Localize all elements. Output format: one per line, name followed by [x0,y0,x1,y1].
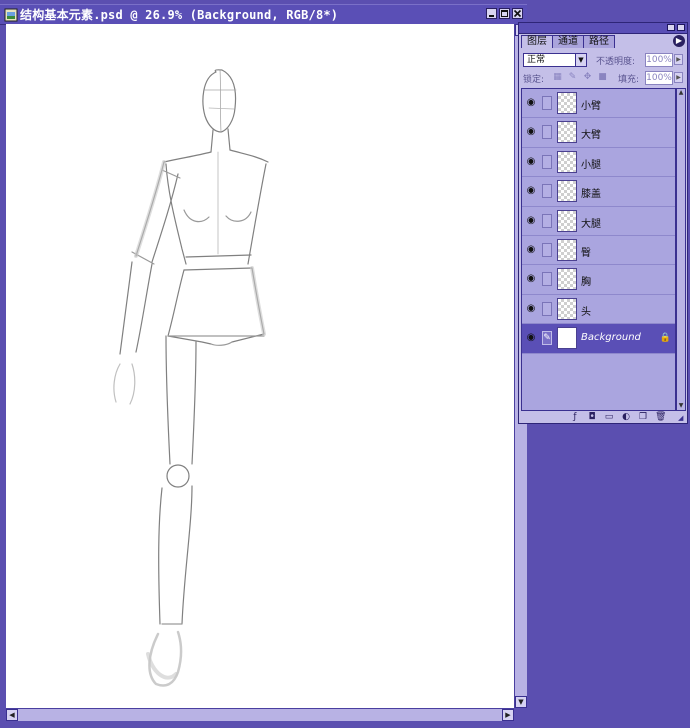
blend-mode-select[interactable]: 正常 ▼ [523,53,587,67]
opacity-label: 不透明度: [596,57,636,67]
layer-name: 臀 [581,247,591,259]
fill-label: 填充: [618,75,640,85]
eye-icon[interactable]: ◉ [525,97,537,109]
adjustment-layer-icon[interactable]: ◐ [621,411,631,423]
layer-thumbnail [557,150,577,173]
scroll-down-arrow-icon[interactable]: ▼ [677,402,685,410]
link-box[interactable] [542,184,552,199]
eye-icon[interactable]: ◉ [525,215,537,227]
layer-name: 膝盖 [581,189,601,201]
link-box[interactable] [542,125,552,140]
fill-field[interactable]: 100% [645,71,673,85]
layer-thumbnail [557,121,577,144]
scroll-left-arrow-icon[interactable]: ◀ [6,709,18,721]
eye-icon[interactable]: ◉ [525,273,537,285]
layer-name: 小腿 [581,159,601,171]
lock-position-icon[interactable]: ✥ [583,72,592,82]
eye-icon[interactable]: ◉ [525,244,537,256]
link-box[interactable] [542,96,552,110]
resize-grip-icon[interactable]: ◢ [678,414,686,422]
tab-layers[interactable]: 图层 [521,35,553,48]
layer-row[interactable]: ◉ 头 [522,294,675,325]
layer-list: ◉ 小臂 ◉ 大臂 ◉ 小腿 ◉ 膝盖 ◉ 大腿 ◉ 臀 ◉ 胸 ◉ 头 ◉ ✎… [521,88,676,411]
layer-list-scrollbar[interactable]: ▲ ▼ [676,88,686,411]
eye-icon[interactable]: ◉ [525,185,537,197]
palette-bottom-bar: ƒ ◘ ▭ ◐ ❐ 🗑 [519,411,687,423]
layer-row[interactable]: ◉ 小臂 [522,89,675,119]
eye-icon[interactable]: ◉ [525,303,537,315]
lock-image-icon[interactable]: ✎ [568,72,577,82]
lock-all-icon[interactable]: ■ [598,72,607,82]
scroll-right-arrow-icon[interactable]: ▶ [502,709,514,721]
layer-name: 胸 [581,277,591,289]
document-window: 结构基本元素.psd @ 26.9% (Background, RGB/8*) [0,0,527,722]
minimize-button[interactable] [486,8,497,19]
layer-row[interactable]: ◉ 膝盖 [522,177,675,207]
palette-close-button[interactable] [677,24,685,31]
palette-minimize-button[interactable] [667,24,675,31]
tab-channels[interactable]: 通道 [552,35,584,48]
layer-name: 小臂 [581,101,601,112]
maximize-button[interactable] [499,8,510,19]
palette-menu-icon[interactable]: ▶ [673,35,685,47]
blend-mode-value: 正常 [527,55,546,65]
eye-icon[interactable]: ◉ [525,156,537,168]
opacity-field[interactable]: 100% [645,53,673,67]
palette-titlebar[interactable] [519,23,687,34]
layer-name: 大腿 [581,218,601,230]
link-box[interactable] [542,272,552,287]
link-box[interactable] [542,213,552,228]
layer-row[interactable]: ◉ 小腿 [522,147,675,178]
chevron-down-icon: ▼ [575,54,586,66]
brush-icon: ✎ [543,333,551,344]
layer-style-icon[interactable]: ƒ [570,411,580,423]
layer-name: 头 [581,306,591,318]
document-titlebar[interactable]: 结构基本元素.psd @ 26.9% (Background, RGB/8*) [0,4,527,25]
new-set-icon[interactable]: ▭ [604,411,614,423]
document-icon [4,8,18,21]
scroll-down-arrow-icon[interactable]: ▼ [515,696,527,708]
layer-name: Background [581,332,641,344]
lock-icon: 🔒 [659,333,671,344]
fill-slider-arrow-icon[interactable]: ▶ [674,72,683,83]
trash-icon[interactable]: 🗑 [655,411,666,423]
tab-paths[interactable]: 路径 [583,35,615,48]
image-canvas[interactable] [6,24,514,708]
layer-row[interactable]: ◉ 胸 [522,265,675,295]
close-button[interactable] [512,8,523,19]
link-box[interactable] [542,301,552,316]
layer-row[interactable]: ◉ 大腿 [522,206,675,236]
link-box[interactable] [542,242,552,257]
palette-tabs: 图层 通道 路径 [521,35,615,49]
layer-row[interactable]: ◉ 臀 [522,235,675,266]
layer-thumbnail [557,327,577,350]
link-box[interactable] [542,154,552,169]
document-title: 结构基本元素.psd @ 26.9% (Background, RGB/8*) [20,8,339,22]
opacity-slider-arrow-icon[interactable]: ▶ [674,54,683,65]
new-layer-icon[interactable]: ❐ [638,411,648,423]
eye-icon[interactable]: ◉ [525,332,537,344]
layer-thumbnail [557,180,577,203]
layer-row-background[interactable]: ◉ ✎ Background 🔒 [522,324,675,354]
lock-label: 锁定: [523,75,545,85]
layers-palette: 图层 通道 路径 ▶ 正常 ▼ 不透明度: 100% ▶ 锁定: ▦ ✎ ✥ ■… [518,22,688,424]
layer-thumbnail [557,209,577,232]
layer-thumbnail [557,297,577,320]
layer-thumbnail [557,92,577,114]
layer-thumbnail [557,238,577,261]
eye-icon[interactable]: ◉ [525,126,537,138]
horizontal-scrollbar[interactable]: ◀ ▶ [6,708,514,721]
layer-thumbnail [557,268,577,291]
layer-name: 大臂 [581,130,601,142]
layer-row[interactable]: ◉ 大臂 [522,118,675,148]
lock-transparency-icon[interactable]: ▦ [553,72,562,82]
mask-icon[interactable]: ◘ [587,411,597,423]
scroll-up-arrow-icon[interactable]: ▲ [677,89,685,97]
figure-sketch [113,69,269,687]
